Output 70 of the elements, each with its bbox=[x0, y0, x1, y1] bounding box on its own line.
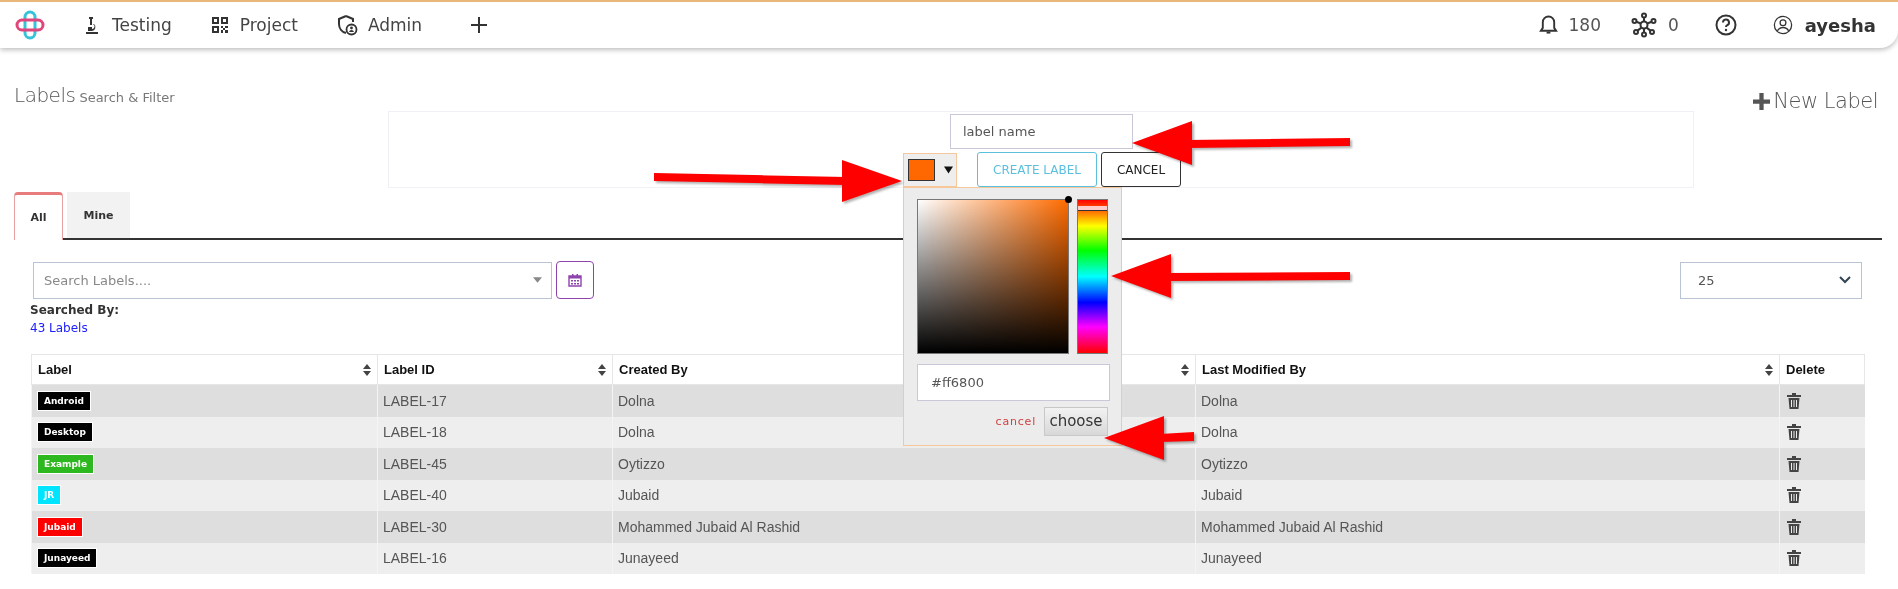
table-cell: Oytizzo bbox=[612, 448, 1196, 480]
table-cell: LABEL-45 bbox=[377, 448, 613, 480]
trash-icon[interactable] bbox=[1787, 392, 1801, 409]
nav-menu-item[interactable]: Admin bbox=[335, 14, 423, 36]
notification-bell-icon[interactable] bbox=[1538, 14, 1558, 36]
label-tag: Jubaid bbox=[37, 516, 83, 537]
column-header[interactable]: Label bbox=[31, 354, 378, 385]
table-cell: LABEL-16 bbox=[377, 542, 613, 574]
label-tag: Example bbox=[37, 453, 95, 474]
label-name-input[interactable]: label name bbox=[950, 114, 1133, 149]
calendar-button[interactable] bbox=[556, 261, 594, 299]
choose-button[interactable]: choose bbox=[1044, 406, 1108, 436]
hue-slider[interactable] bbox=[1077, 198, 1108, 354]
searched-by-label: Searched By: bbox=[30, 303, 121, 317]
trash-icon[interactable] bbox=[1787, 487, 1801, 504]
page-subtitle: Search & Filter bbox=[79, 90, 175, 105]
table-cell: Dolna bbox=[1195, 384, 1780, 417]
page-title: Labels bbox=[14, 83, 76, 107]
network-hub-icon[interactable] bbox=[1630, 12, 1657, 38]
table-cell: Mohammed Jubaid Al Rashid bbox=[1195, 511, 1780, 543]
column-header[interactable]: Delete bbox=[1779, 354, 1865, 385]
tab[interactable]: All bbox=[14, 192, 63, 240]
trash-icon[interactable] bbox=[1787, 518, 1801, 535]
tab[interactable]: Mine bbox=[67, 192, 130, 238]
user-name[interactable]: ayesha bbox=[1804, 14, 1876, 36]
table-cell: LABEL-40 bbox=[377, 479, 613, 511]
nav-menu-item[interactable]: Testing bbox=[82, 15, 172, 35]
plus-icon bbox=[1753, 92, 1771, 110]
label-count-link[interactable]: 43 Labels bbox=[30, 321, 88, 335]
table-cell: Jubaid bbox=[612, 479, 1196, 511]
qr-code-icon bbox=[209, 15, 230, 35]
picker-cancel-link[interactable]: cancel bbox=[995, 414, 1036, 428]
color-cursor[interactable] bbox=[1065, 195, 1073, 203]
color-picker-dropdown[interactable] bbox=[903, 152, 957, 187]
table-cell: Junayeed bbox=[612, 542, 1196, 574]
caret-icon bbox=[533, 276, 542, 283]
table-cell: Jubaid bbox=[1195, 479, 1780, 511]
label-tag: JR bbox=[37, 485, 62, 506]
per-page-select[interactable]: 25 bbox=[1680, 261, 1862, 299]
label-tag: Android bbox=[37, 390, 91, 411]
user-avatar-icon[interactable] bbox=[1772, 15, 1793, 35]
table-cell: LABEL-30 bbox=[377, 511, 613, 543]
table-cell: Oytizzo bbox=[1195, 448, 1780, 480]
nav-menu-item[interactable]: Project bbox=[209, 15, 298, 35]
caret-icon bbox=[944, 165, 953, 174]
cancel-button[interactable]: CANCEL bbox=[1101, 152, 1181, 187]
label-tag: Junayeed bbox=[37, 548, 98, 569]
add-icon[interactable] bbox=[470, 16, 489, 34]
table-cell: Junayeed bbox=[1195, 542, 1780, 574]
saturation-field[interactable] bbox=[917, 198, 1070, 354]
label-tag: Desktop bbox=[37, 422, 93, 443]
network-count: 0 bbox=[1667, 15, 1679, 35]
table-cell: Mohammed Jubaid Al Rashid bbox=[612, 511, 1196, 543]
chevron-down-icon bbox=[1839, 276, 1851, 284]
trash-icon[interactable] bbox=[1787, 424, 1801, 441]
table-cell: LABEL-18 bbox=[377, 416, 613, 448]
column-header[interactable]: Label ID bbox=[377, 354, 613, 385]
search-labels-field[interactable]: Search Labels.... bbox=[33, 261, 552, 299]
trash-icon[interactable] bbox=[1787, 550, 1801, 567]
notification-count: 180 bbox=[1568, 15, 1601, 35]
table-cell: LABEL-17 bbox=[377, 384, 613, 417]
calendar-icon bbox=[568, 273, 582, 287]
table-cell: Dolna bbox=[1195, 416, 1780, 448]
column-header[interactable]: Last Modified By bbox=[1195, 354, 1780, 385]
color-swatch bbox=[908, 158, 935, 181]
trash-icon[interactable] bbox=[1787, 455, 1801, 472]
shield-user-icon bbox=[335, 14, 358, 36]
new-label-button[interactable]: New Label bbox=[1753, 89, 1878, 113]
logo-icon[interactable] bbox=[15, 10, 45, 40]
help-icon[interactable] bbox=[1714, 14, 1737, 36]
